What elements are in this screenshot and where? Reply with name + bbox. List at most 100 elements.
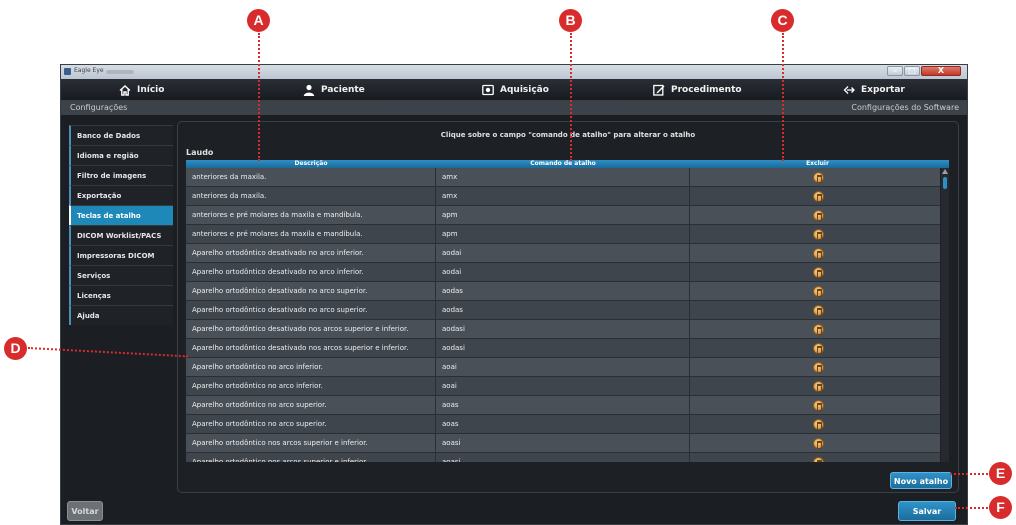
nav-paciente-label: Paciente [321, 85, 365, 95]
scrollbar-thumb[interactable] [943, 177, 947, 189]
nav-inicio[interactable]: Início [119, 83, 164, 97]
scroll-up-icon[interactable] [942, 169, 948, 174]
shortcut-command-cell[interactable]: amx [436, 168, 690, 187]
description-cell: Aparelho ortodôntico nos arcos superior … [186, 433, 436, 453]
shortcut-command-cell[interactable]: aoasi [436, 452, 690, 462]
delete-cell [690, 453, 940, 462]
shortcut-command-cell[interactable]: amx [436, 186, 690, 206]
callout-f: F [989, 496, 1012, 519]
nav-procedimento[interactable]: Procedimento [653, 83, 742, 97]
trash-icon[interactable] [813, 209, 824, 221]
sidebar-item-exportacao[interactable]: Exportação [69, 185, 173, 205]
delete-cell [690, 244, 940, 263]
trash-icon[interactable] [813, 304, 824, 316]
app-logo-icon [64, 68, 71, 75]
window-titlebar: Eagle Eye – □ X [61, 65, 967, 79]
table-row: Aparelho ortodôntico no arco superior. ao… [186, 414, 940, 434]
trash-icon[interactable] [813, 190, 824, 202]
shortcut-command-cell[interactable]: aodas [436, 281, 690, 301]
nav-procedimento-label: Procedimento [671, 85, 742, 95]
shortcut-command-cell[interactable]: aoas [436, 395, 690, 415]
nav-exportar[interactable]: Exportar [843, 83, 905, 97]
trash-icon[interactable] [813, 342, 824, 354]
novo-atalho-button[interactable]: Novo atalho [890, 472, 952, 489]
column-header-descricao[interactable]: Descrição [186, 160, 436, 168]
description-cell: Aparelho ortodôntico desativado no arco … [186, 300, 436, 320]
trash-icon[interactable] [813, 266, 824, 278]
nav-inicio-label: Início [137, 85, 165, 95]
maximize-icon: □ [908, 66, 916, 75]
nav-aquisicao[interactable]: Aquisição [482, 83, 549, 97]
maximize-button[interactable]: □ [904, 66, 920, 76]
delete-cell [690, 339, 940, 358]
leader-line-f [955, 507, 988, 509]
sidebar-item-teclas-de-atalho[interactable]: Teclas de atalho [69, 205, 173, 225]
shortcut-command-cell[interactable]: aodai [436, 243, 690, 263]
table-header: Descrição Comando de atalho Excluir [186, 160, 949, 168]
delete-cell [690, 358, 940, 377]
sidebar-item-licencas[interactable]: Licenças [69, 285, 173, 305]
shortcuts-panel: Clique sobre o campo "comando de atalho"… [177, 121, 959, 493]
sidebar-item-ajuda[interactable]: Ajuda [69, 305, 173, 325]
shortcut-command-cell[interactable]: aodas [436, 300, 690, 320]
trash-icon[interactable] [813, 228, 824, 240]
nav-paciente[interactable]: Paciente [303, 83, 365, 97]
main-navigation: Início Paciente Aquisição Procedimento E… [61, 79, 967, 101]
table-scrollbar[interactable] [941, 168, 949, 462]
sidebar-item-impressoras-dicom[interactable]: Impressoras DICOM [69, 245, 173, 265]
trash-icon[interactable] [813, 247, 824, 259]
trash-icon[interactable] [813, 437, 824, 449]
camera-icon [482, 84, 494, 96]
section-heading: Laudo [186, 148, 214, 157]
column-header-excluir[interactable]: Excluir [690, 160, 945, 168]
sidebar-item-filtro[interactable]: Filtro de imagens [69, 165, 173, 185]
shortcut-command-cell[interactable]: aoai [436, 376, 690, 396]
delete-cell [690, 206, 940, 225]
column-header-comando[interactable]: Comando de atalho [436, 160, 690, 168]
shortcut-command-cell[interactable]: apm [436, 224, 690, 244]
shortcut-command-cell[interactable]: aoai [436, 357, 690, 377]
shortcut-command-cell[interactable]: apm [436, 205, 690, 225]
shortcut-command-cell[interactable]: aoas [436, 414, 690, 434]
shortcut-command-cell[interactable]: aodasi [436, 338, 690, 358]
delete-cell [690, 187, 940, 206]
table-row: Aparelho ortodôntico no arco inferior. ao… [186, 376, 940, 396]
callout-c: C [771, 9, 794, 32]
trash-icon[interactable] [813, 323, 824, 335]
table-row: Aparelho ortodôntico desativado nos arco… [186, 319, 940, 339]
shortcut-command-cell[interactable]: aodai [436, 262, 690, 282]
settings-sidebar: Banco de Dados Idioma e região Filtro de… [69, 125, 173, 325]
salvar-button[interactable]: Salvar [898, 501, 956, 521]
trash-icon[interactable] [813, 380, 824, 392]
sidebar-item-dicom-worklist[interactable]: DICOM Worklist/PACS [69, 225, 173, 245]
app-window: Eagle Eye – □ X Início Paciente Aquisiçã… [60, 64, 968, 525]
trash-icon[interactable] [813, 361, 824, 373]
delete-cell [690, 263, 940, 282]
window-title: Eagle Eye [74, 67, 104, 74]
shortcut-command-cell[interactable]: aoasi [436, 433, 690, 453]
minimize-icon: – [893, 66, 897, 75]
delete-cell [690, 168, 940, 187]
minimize-button[interactable]: – [887, 66, 903, 76]
delete-cell [690, 415, 940, 434]
trash-icon[interactable] [813, 285, 824, 297]
callout-a: A [247, 9, 270, 32]
trash-icon[interactable] [813, 399, 824, 411]
description-cell: Aparelho ortodôntico nos arcos superior … [186, 452, 436, 462]
description-cell: Aparelho ortodôntico no arco superior. [186, 395, 436, 415]
sidebar-item-banco-de-dados[interactable]: Banco de Dados [69, 125, 173, 145]
voltar-button[interactable]: Voltar [67, 501, 103, 521]
description-cell: Aparelho ortodôntico desativado nos arco… [186, 338, 436, 358]
trash-icon[interactable] [813, 418, 824, 430]
shortcut-command-cell[interactable]: aodasi [436, 319, 690, 339]
callout-b: B [559, 9, 582, 32]
sidebar-item-servicos[interactable]: Serviços [69, 265, 173, 285]
close-button[interactable]: X [921, 66, 961, 76]
table-row: anteriores da maxila. amx [186, 168, 940, 187]
trash-icon[interactable] [813, 171, 824, 183]
delete-cell [690, 282, 940, 301]
trash-icon[interactable] [813, 456, 824, 462]
sidebar-item-idioma[interactable]: Idioma e região [69, 145, 173, 165]
delete-cell [690, 377, 940, 396]
description-cell: anteriores da maxila. [186, 186, 436, 206]
